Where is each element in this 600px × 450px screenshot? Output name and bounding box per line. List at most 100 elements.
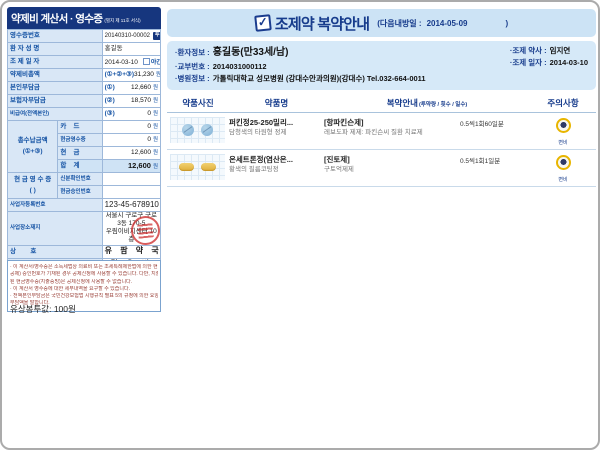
patient-info-label: ·환자정보 : — [175, 48, 210, 57]
header-name: 약품명 — [229, 97, 324, 109]
next-visit: (다음내방일 :2014-05-09) — [377, 18, 508, 29]
insurer-label: 보험자부담금 — [8, 95, 103, 108]
biz-number-label: 사업자등록번호 — [8, 199, 103, 212]
disclaimer-line: 공제) 승인번호가 기재된 경우 공제신청에 사용할 수 있습니다. 다만, 지… — [10, 271, 158, 278]
dispense-date-label: 조 제 일 자 — [8, 56, 103, 69]
amount-row: 약제비총액 (①+②+③)31,230원 — [8, 69, 161, 82]
header-caution: 주의사항 — [530, 97, 596, 109]
id-check-value — [102, 173, 160, 186]
disclaimer-line: 된 현금영수증(지출증빙)은 공제신청에 사용할 수 없습니다. — [10, 279, 158, 286]
card-value: 0원 — [102, 121, 160, 134]
pill-photo-cell — [167, 154, 229, 180]
hospital-info-label: ·병원정보 : — [175, 74, 210, 83]
drug-name: 온세트론정(염산온... — [229, 154, 324, 165]
caution-label: 변비 — [530, 176, 596, 183]
caution-cell: 변비 — [530, 117, 596, 146]
drug-class: [진토제] — [324, 154, 460, 165]
pill-photo-yellow-oval — [170, 154, 225, 180]
header-guide: 복약안내(투약량 / 횟수 / 일수) — [324, 97, 530, 109]
cash-receipt-label: 현 금 영 수 증 ( ) — [8, 173, 58, 199]
dosage-instruction: 0.5씩1회1일분 — [460, 154, 530, 165]
drug-table-header: 약품사진 약품명 복약안내(투약량 / 횟수 / 일수) 주의사항 — [167, 93, 596, 113]
receipt-title-note: (별지 제 11호 서식) — [104, 18, 140, 23]
drug-appearance: 황색의 필름코팅정 — [229, 165, 324, 175]
approval-label: 현금승인번호 — [58, 186, 102, 199]
medication-guide: ✓ 조제약 복약안내 (다음내방일 :2014-05-09) ·환자정보 :홍길… — [167, 9, 596, 187]
night-label: 야간 — [151, 60, 161, 66]
constipation-warning-icon — [556, 118, 571, 133]
patient-info-value: 홍길동(만33세/남) — [213, 47, 289, 58]
caution-cell: 변비 — [530, 154, 596, 183]
pharmacist-value: 임지연 — [550, 46, 571, 55]
biz-number-row: 사업자등록번호 123-45-678910 — [8, 199, 161, 212]
pharmacy-print-page: 약제비 계산서 · 영수증(별지 제 11호 서식) 영수증번호 2014031… — [0, 0, 600, 450]
dispense-date: 2014-03-10 — [105, 59, 138, 66]
dosing-days-chip: 투약일수 — [153, 32, 161, 40]
drug-table: 약품사진 약품명 복약안내(투약량 / 횟수 / 일수) 주의사항 퍼킨정25-… — [167, 93, 596, 187]
formula: (②) — [105, 97, 115, 104]
drug-class-cell: [항파킨슨제] 레보도파 제제: 파킨슨씨 질환 치료제 — [324, 117, 460, 139]
formula: (①+②+③) — [105, 71, 134, 78]
id-check-label: 신분확인번호 — [58, 173, 102, 186]
hospital-info-value: 가톨릭대학교 성모병원 (강대수안과의원)(강대수) Tel.032-664-0… — [213, 74, 426, 83]
patient-name: 홍길동 — [102, 43, 160, 56]
dispense-date-label: ·조제 일자 : — [510, 58, 547, 67]
dispense-date-row: 조 제 일 자 2014-03-10야간공휴 — [8, 56, 161, 69]
shop-row: 상 호 유 팜 약 국 — [8, 245, 161, 258]
biz-number: 123-45-678910 — [102, 199, 160, 212]
pharmacy-receipt: 약제비 계산서 · 영수증(별지 제 11호 서식) 영수증번호 2014031… — [7, 7, 161, 285]
drug-class: [항파킨슨제] — [324, 117, 460, 128]
blue-round-pill-icon — [182, 124, 194, 136]
amount-row: 보험자부담금 (②)18,570원 — [8, 95, 161, 108]
receipt-title: 약제비 계산서 · 영수증(별지 제 11호 서식) — [7, 7, 161, 29]
receipt-table: 영수증번호 20140310-00002투약일수60 환 자 성 명 홍길동 조… — [7, 29, 161, 285]
patient-label: 환 자 성 명 — [8, 43, 103, 56]
pill-photo-blue-round — [170, 117, 225, 143]
receipt-number-value: 20140310-00002투약일수60 — [102, 30, 160, 43]
formula: (③) — [105, 110, 115, 117]
guide-title: 조제약 복약안내 — [275, 13, 369, 34]
issue-number-label: ·교부번호 : — [175, 62, 210, 71]
total-cost-value: (①+②+③)31,230원 — [102, 69, 160, 82]
receipt-number-label: 영수증번호 — [8, 30, 103, 43]
drug-name: 퍼킨정25-250밀리... — [229, 117, 324, 128]
biz-address-label: 사업장소재지 — [8, 212, 103, 246]
total-paid-label: 총수납금액 (①+③) — [8, 121, 58, 173]
receipt-number-row: 영수증번호 20140310-00002투약일수60 — [8, 30, 161, 43]
disclaimer-line: · 이 계산서 영수증에 대한 세부내역을 요구할 수 있습니다. — [10, 286, 158, 293]
caution-label: 변비 — [530, 139, 596, 146]
guide-header: ✓ 조제약 복약안내 (다음내방일 :2014-05-09) — [167, 9, 596, 37]
cash-value: 12,600원 — [102, 147, 160, 160]
cash-receipt-pay-value: 0원 — [102, 134, 160, 147]
pill-photo-cell — [167, 117, 229, 143]
copay-value: (①)12,660원 — [102, 82, 160, 95]
patient-info-box: ·환자정보 :홍길동(만33세/남) ·교부번호 :2014031000112 … — [167, 41, 596, 90]
receipt-title-text: 약제비 계산서 · 영수증 — [11, 13, 102, 25]
drug-name-cell: 퍼킨정25-250밀리... 담청색의 타원형 정제 — [229, 117, 324, 139]
constipation-warning-icon — [556, 155, 571, 170]
shop-name: 유 팜 약 국 — [102, 245, 160, 258]
header-photo: 약품사진 — [167, 97, 229, 109]
pharmacist-label: ·조제 약사 : — [510, 46, 547, 55]
dispense-date-line: ·조제 일자 :2014-03-10 — [510, 57, 588, 69]
cash-receipt-pay-label: 현금영수증 — [58, 134, 102, 147]
receipt-number: 20140310-00002 — [105, 33, 150, 39]
drug-class-cell: [진토제] 구토억제제 — [324, 154, 460, 176]
dispense-info-block: ·조제 약사 :임지연 ·조제 일자 :2014-03-10 — [510, 45, 588, 69]
shop-label: 상 호 — [8, 245, 103, 258]
uninsured-label: 비급여(전액본인) — [8, 108, 103, 121]
drug-name-cell: 온세트론정(염산온... 황색의 필름코팅정 — [229, 154, 324, 176]
payment-row: 총수납금액 (①+③) 카 드 0원 — [8, 121, 161, 134]
drug-class-desc: 구토억제제 — [324, 165, 460, 175]
amount-row: 본인부담금 (①)12,660원 — [8, 82, 161, 95]
uninsured-value: (③)0원 — [102, 108, 160, 121]
hospital-info-line: ·병원정보 :가톨릭대학교 성모병원 (강대수안과의원)(강대수) Tel.03… — [175, 73, 588, 85]
dosage-instruction: 0.5씩1회60일분 — [460, 117, 530, 128]
sum-value: 12,600원 — [102, 160, 160, 173]
drug-row: 온세트론정(염산온... 황색의 필름코팅정 [진토제] 구토억제제 0.5씩1… — [167, 150, 596, 187]
drug-row: 퍼킨정25-250밀리... 담청색의 타원형 정제 [항파킨슨제] 레보도파 … — [167, 113, 596, 150]
copay-label: 본인부담금 — [8, 82, 103, 95]
pharmacist-line: ·조제 약사 :임지연 — [510, 45, 588, 57]
dispense-date-value: 2014-03-10 — [550, 58, 588, 67]
sum-label: 합 계 — [58, 160, 102, 173]
